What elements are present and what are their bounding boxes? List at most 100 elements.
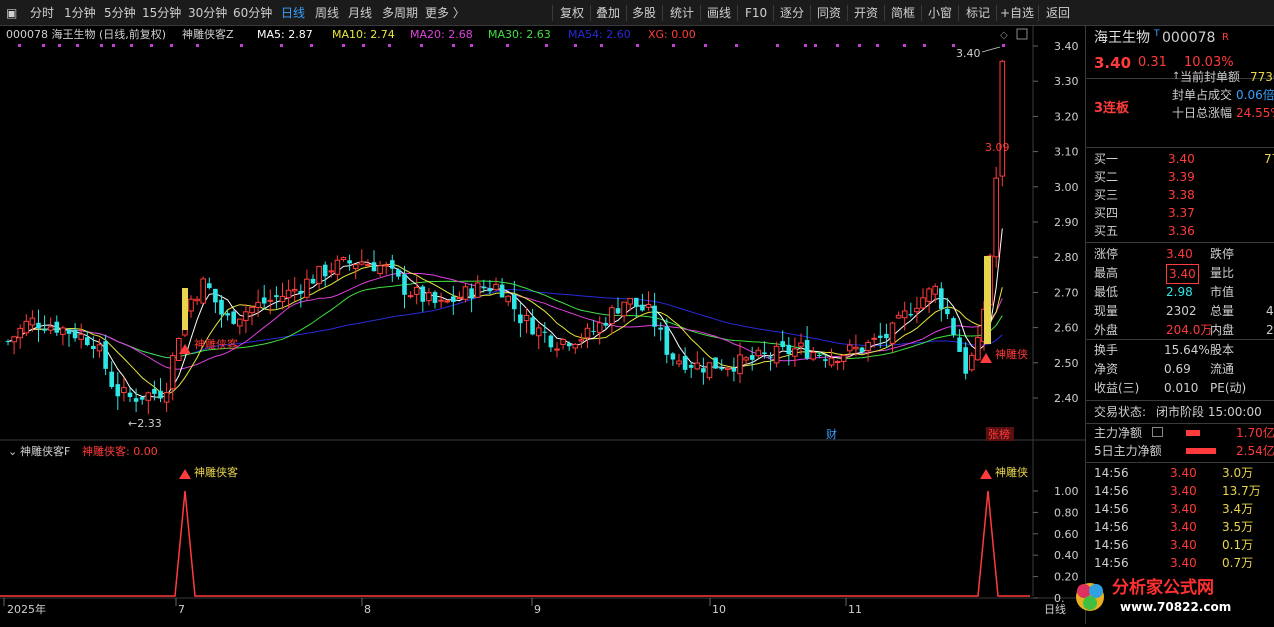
price-tick-label: 2.50	[1054, 357, 1079, 370]
price-tick-label: 3.20	[1054, 110, 1079, 123]
tick-volume: 3.4万	[1222, 502, 1254, 516]
candle-body	[334, 259, 341, 275]
candle-body	[853, 346, 859, 350]
candle-body	[535, 327, 542, 337]
candle-body	[261, 297, 267, 304]
sub-tick-label: 1.00	[1054, 485, 1079, 498]
candle-body	[298, 290, 304, 294]
tick-price: 3.40	[1170, 538, 1197, 552]
candle-body	[554, 348, 560, 351]
candle-body	[499, 284, 505, 298]
price-tick-label: 2.80	[1054, 251, 1079, 264]
candle-body	[237, 318, 243, 327]
btn-kaizi[interactable]: 开资	[854, 0, 878, 26]
tab-fenshi[interactable]: 分时	[30, 0, 54, 26]
candle-body	[249, 306, 255, 314]
btn-huaxian[interactable]: 画线	[707, 0, 731, 26]
tab-15min[interactable]: 15分钟	[142, 0, 181, 26]
kline-chart-svg[interactable]: 000078 海王生物 (日线,前复权) 神雕侠客Z MA5: 2.87 MA1…	[0, 26, 1085, 624]
btn-biaoji[interactable]: 标记	[966, 0, 990, 26]
candle-body	[255, 301, 261, 308]
candle-body	[11, 336, 17, 343]
btn-f10[interactable]: F10	[745, 0, 767, 26]
tick-row: 14:56 3.40 3.0万	[1086, 464, 1274, 482]
candle-body	[878, 335, 883, 338]
signal-label-1: 神雕侠客	[194, 337, 238, 351]
candle-body	[688, 365, 694, 368]
price-axis: 3.40 3.30 3.20 3.10 3.00 2.90 2.80 2.70 2.60 2.50…	[1033, 40, 1079, 405]
btn-tongzi[interactable]: 同资	[817, 0, 841, 26]
signal-dot	[545, 44, 548, 47]
tab-multi-period[interactable]: 多周期	[382, 0, 418, 26]
candle-body	[969, 354, 975, 371]
candle-body	[371, 262, 377, 272]
ma20-label: MA20: 2.68	[410, 28, 473, 41]
subchart-value: 神雕侠客: 0.00	[82, 444, 158, 458]
window-toggle-icon[interactable]	[1016, 28, 1028, 40]
kline-chart-area[interactable]: 000078 海王生物 (日线,前复权) 神雕侠客Z MA5: 2.87 MA1…	[0, 26, 1085, 624]
fundamentals-row: 收益(三) 0.010 PE(动)	[1086, 379, 1274, 397]
bid-price: 3.39	[1168, 170, 1195, 184]
candle-body	[396, 269, 401, 277]
btn-zhufen[interactable]: 逐分	[780, 0, 804, 26]
candle-body	[834, 361, 841, 364]
btn-diejia[interactable]: 叠加	[596, 0, 620, 26]
candle-body	[810, 351, 817, 360]
candle-body	[652, 305, 657, 327]
candle-body	[828, 357, 835, 366]
toolbar-grid-icon[interactable]: ▣	[6, 0, 17, 26]
tab-30min[interactable]: 30分钟	[188, 0, 227, 26]
candle-body	[664, 326, 670, 355]
btn-fuquan[interactable]: 复权	[560, 0, 584, 26]
candle-body	[54, 321, 60, 333]
ten-day-label: 十日总涨幅	[1172, 106, 1233, 120]
signal-dot	[150, 44, 153, 47]
tab-1min[interactable]: 1分钟	[64, 0, 96, 26]
btn-add-watchlist[interactable]: +自选	[1000, 0, 1034, 26]
high-price-label: 3.40	[956, 47, 981, 60]
ma5-label: MA5: 2.87	[257, 28, 313, 41]
mid-price-label: 3.09	[985, 141, 1010, 154]
five-day-flow-value: 2.54亿	[1236, 444, 1274, 458]
tab-5min[interactable]: 5分钟	[104, 0, 136, 26]
btn-duogu[interactable]: 多股	[632, 0, 656, 26]
btn-xiaochuang[interactable]: 小窗	[928, 0, 952, 26]
tick-volume: 13.7万	[1222, 484, 1261, 498]
signal-label-2: 神雕侠	[995, 347, 1028, 361]
watermark-logo-svg: 分析家公式网 www.70822.com	[1076, 577, 1231, 614]
btn-tongji[interactable]: 统计	[670, 0, 694, 26]
tab-monthly[interactable]: 月线	[348, 0, 372, 26]
candle-body	[591, 330, 596, 332]
trade-status-label: 交易状态:	[1094, 405, 1147, 419]
quote-panel: 海王生物 T 000078 R 3.40 0.31 10.03% ↑ 当前封单额 7…	[1085, 26, 1274, 624]
btn-back[interactable]: 返回	[1046, 0, 1070, 26]
fund-value: 0.69	[1164, 362, 1191, 376]
tab-60min[interactable]: 60分钟	[233, 0, 272, 26]
candle-body	[133, 398, 139, 402]
candle-body	[762, 352, 767, 355]
tab-daily[interactable]: 日线	[281, 0, 305, 26]
list-icon[interactable]	[1152, 427, 1163, 437]
sub-label-2: 神雕侠	[995, 465, 1028, 479]
signal-dot	[672, 44, 675, 47]
candle-body	[274, 295, 279, 298]
time-label-nov: 11	[848, 603, 862, 616]
candle-body	[322, 264, 328, 277]
candle-body	[91, 345, 96, 349]
candle-body	[169, 355, 176, 390]
candle-body	[145, 392, 152, 401]
fund-value: 0.010	[1164, 381, 1199, 395]
tick-time: 14:56	[1094, 502, 1129, 516]
signal-dot	[342, 44, 345, 47]
tab-more[interactable]: 更多 〉	[425, 0, 465, 26]
candle-body	[596, 322, 603, 333]
candle-body	[493, 283, 499, 291]
ma5-line	[7, 228, 1003, 398]
tab-weekly[interactable]: 周线	[315, 0, 339, 26]
stat-label-2: 量比	[1210, 266, 1235, 280]
btn-jiankuang[interactable]: 简框	[891, 0, 915, 26]
candle-body	[438, 299, 444, 302]
stock-name: 海王生物	[1094, 30, 1150, 46]
time-label-sep: 9	[534, 603, 541, 616]
trade-status-value: 闭市阶段 15:00:00	[1156, 405, 1262, 419]
